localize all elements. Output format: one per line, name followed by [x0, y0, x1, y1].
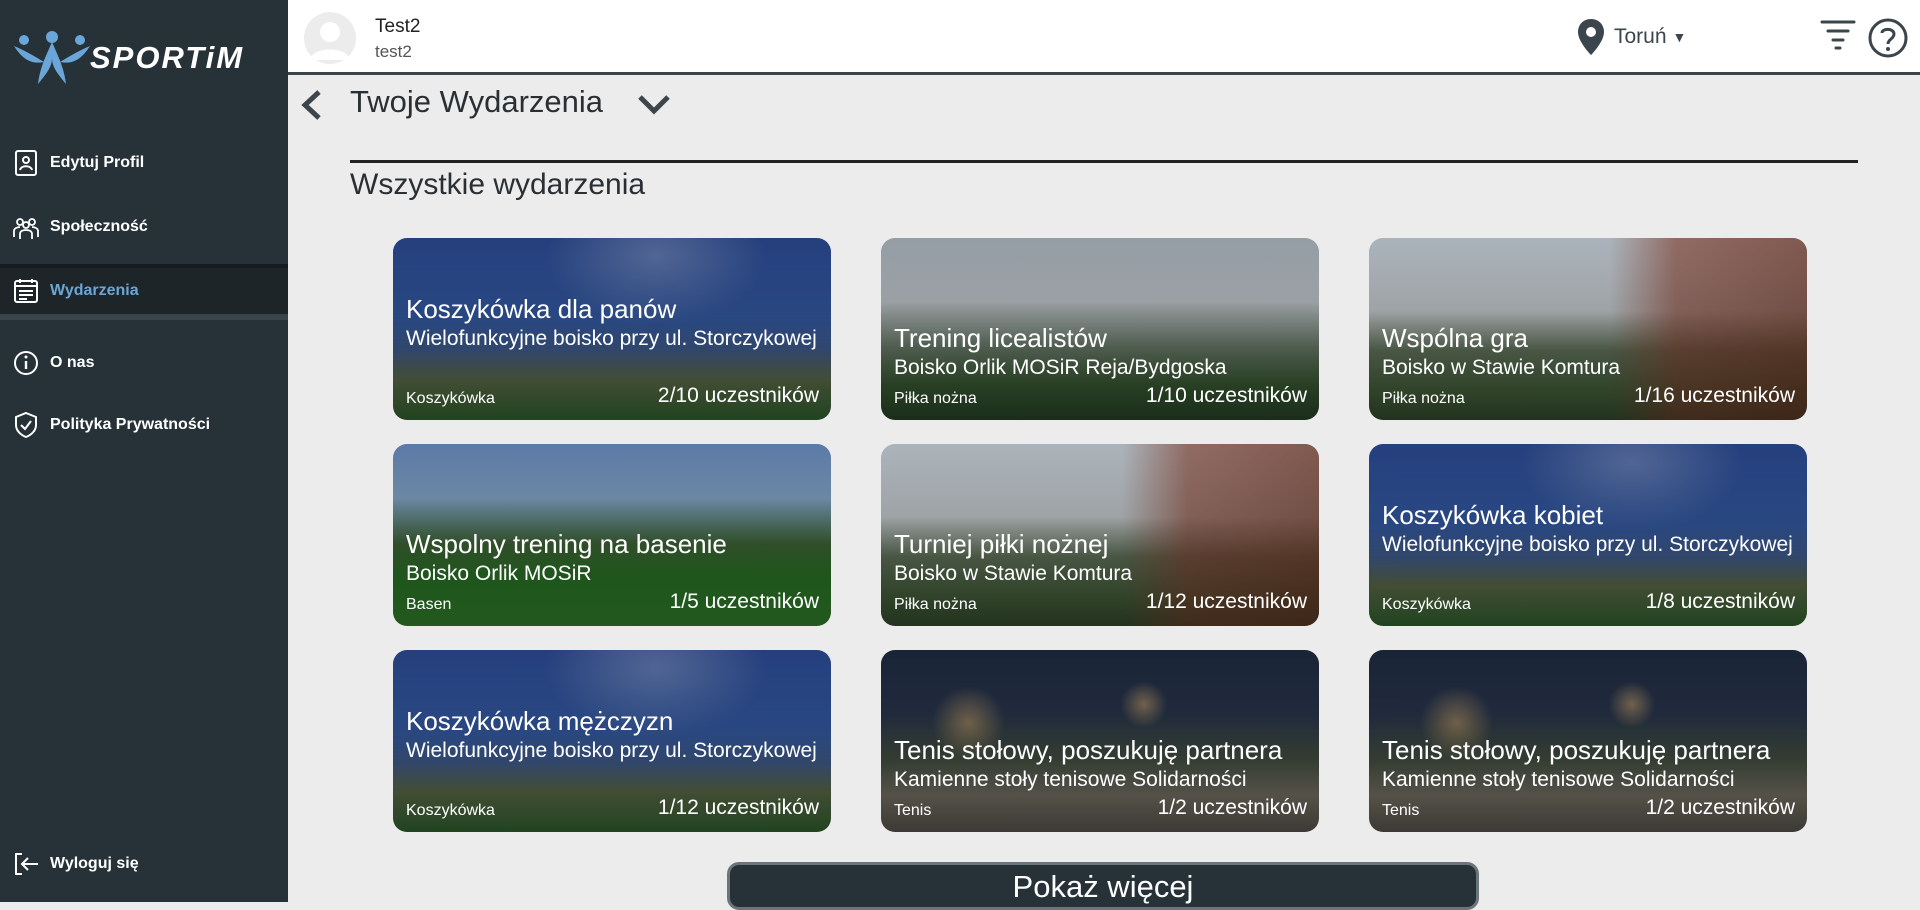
sidebar-item-label: Polityka Prywatności — [50, 416, 211, 433]
user-name: Test2 — [375, 16, 421, 37]
event-title: Koszykówka mężczyzn — [406, 706, 674, 736]
event-title: Koszykówka dla panów — [406, 294, 677, 324]
location-label: Toruń — [1614, 25, 1667, 48]
help-icon[interactable] — [1868, 18, 1908, 58]
sidebar-item-privacy[interactable]: Polityka Prywatności — [0, 398, 288, 452]
sidebar-item-label: Edytuj Profil — [50, 154, 145, 171]
event-location: Wielofunkcyjne boisko przy ul. Storczyko… — [406, 739, 817, 762]
profile-card-icon — [12, 149, 40, 177]
event-sport: Koszykówka — [406, 390, 495, 407]
event-title: Turniej piłki nożnej — [894, 529, 1109, 559]
avatar[interactable] — [304, 12, 356, 64]
people-icon — [12, 213, 40, 241]
logo-text: SPORTiM — [90, 40, 245, 75]
map-pin-icon — [1578, 19, 1604, 55]
logout-icon — [12, 850, 40, 878]
event-sport: Tenis — [894, 802, 932, 819]
event-card[interactable]: Koszykówka mężczyzn Wielofunkcyjne boisko… — [393, 650, 831, 832]
page-title[interactable]: Twoje Wydarzenia — [350, 84, 603, 120]
event-location: Wielofunkcyjne boisko przy ul. Storczyko… — [1382, 533, 1793, 556]
location-selector[interactable]: Toruń ▼ — [1576, 17, 1686, 57]
sidebar-item-label: Wydarzenia — [50, 282, 139, 299]
event-sport: Piłka nożna — [1382, 390, 1465, 407]
event-sport: Tenis — [1382, 802, 1420, 819]
event-card[interactable]: Turniej piłki nożnej Boisko w Stawie Komt… — [881, 444, 1319, 626]
logout-label: Wyloguj się — [50, 855, 139, 872]
sidebar-item-label: Społeczność — [50, 218, 148, 235]
event-sport: Piłka nożna — [894, 390, 977, 407]
event-participants: 1/5 uczestników — [669, 590, 819, 613]
filter-icon[interactable] — [1820, 18, 1856, 52]
sidebar-item-events[interactable]: Wydarzenia — [0, 264, 288, 320]
event-location: Boisko Orlik MOSiR Reja/Bydgoska — [894, 356, 1227, 379]
sidebar-item-edit-profile[interactable]: Edytuj Profil — [0, 136, 288, 190]
event-title: Tenis stołowy, poszukuję partnera — [1382, 735, 1771, 765]
event-card[interactable]: Trening licealistów Boisko Orlik MOSiR Re… — [881, 238, 1319, 420]
event-card[interactable]: Wspólna gra Boisko w Stawie Komtura Piłka… — [1369, 238, 1807, 420]
calendar-icon — [12, 277, 40, 305]
event-title: Wspolny trening na basenie — [406, 529, 727, 559]
event-participants: 1/2 uczestników — [1157, 796, 1307, 819]
event-location: Boisko w Stawie Komtura — [894, 562, 1133, 585]
event-title: Trening licealistów — [894, 323, 1107, 353]
event-location: Boisko w Stawie Komtura — [1382, 356, 1621, 379]
back-arrow-icon[interactable] — [297, 88, 325, 122]
chevron-down-icon[interactable] — [637, 92, 671, 116]
event-location: Kamienne stoły tenisowe Solidarności — [1382, 768, 1735, 791]
event-sport: Basen — [406, 596, 452, 613]
top-header: Test2 test2 Toruń ▼ — [288, 0, 1920, 75]
sidebar: SPORTiM Edytuj Profil Społeczność Wydarz… — [0, 0, 288, 902]
event-participants: 1/10 uczestników — [1145, 384, 1307, 407]
event-participants: 1/16 uczestników — [1633, 384, 1795, 407]
event-card[interactable]: Wspolny trening na basenie Boisko Orlik M… — [393, 444, 831, 626]
event-card[interactable]: Tenis stołowy, poszukuję partnera Kamienn… — [881, 650, 1319, 832]
event-participants: 2/10 uczestników — [657, 384, 819, 407]
logout-button[interactable]: Wyloguj się — [0, 837, 288, 891]
user-login: test2 — [375, 42, 412, 61]
show-more-button[interactable]: Pokaż więcej — [727, 862, 1479, 910]
event-card[interactable]: Koszykówka dla panów Wielofunkcyjne boisk… — [393, 238, 831, 420]
event-card[interactable]: Tenis stołowy, poszukuję partnera Kamienn… — [1369, 650, 1807, 832]
event-location: Kamienne stoły tenisowe Solidarności — [894, 768, 1247, 791]
event-title: Wspólna gra — [1382, 323, 1528, 353]
shield-check-icon — [12, 411, 40, 439]
event-card[interactable]: Koszykówka kobiet Wielofunkcyjne boisko p… — [1369, 444, 1807, 626]
info-icon — [12, 349, 40, 377]
event-participants: 1/12 uczestników — [1145, 590, 1307, 613]
event-location: Boisko Orlik MOSiR — [406, 562, 592, 585]
chevron-down-icon: ▼ — [1672, 29, 1687, 45]
sidebar-item-community[interactable]: Społeczność — [0, 200, 288, 254]
event-title: Koszykówka kobiet — [1382, 500, 1604, 530]
event-sport: Koszykówka — [1382, 596, 1471, 613]
event-title: Tenis stołowy, poszukuję partnera — [894, 735, 1283, 765]
section-title: Wszystkie wydarzenia — [350, 168, 646, 201]
sidebar-item-about[interactable]: O nas — [0, 336, 288, 390]
event-participants: 1/12 uczestników — [657, 796, 819, 819]
event-sport: Koszykówka — [406, 802, 495, 819]
event-sport: Piłka nożna — [894, 596, 977, 613]
app-logo[interactable]: SPORTiM — [10, 26, 280, 90]
event-participants: 1/2 uczestników — [1645, 796, 1795, 819]
event-location: Wielofunkcyjne boisko przy ul. Storczyko… — [406, 327, 817, 350]
sidebar-item-label: O nas — [50, 354, 95, 371]
event-participants: 1/8 uczestników — [1645, 590, 1795, 613]
logo-people-icon — [14, 31, 90, 84]
divider — [350, 160, 1858, 163]
